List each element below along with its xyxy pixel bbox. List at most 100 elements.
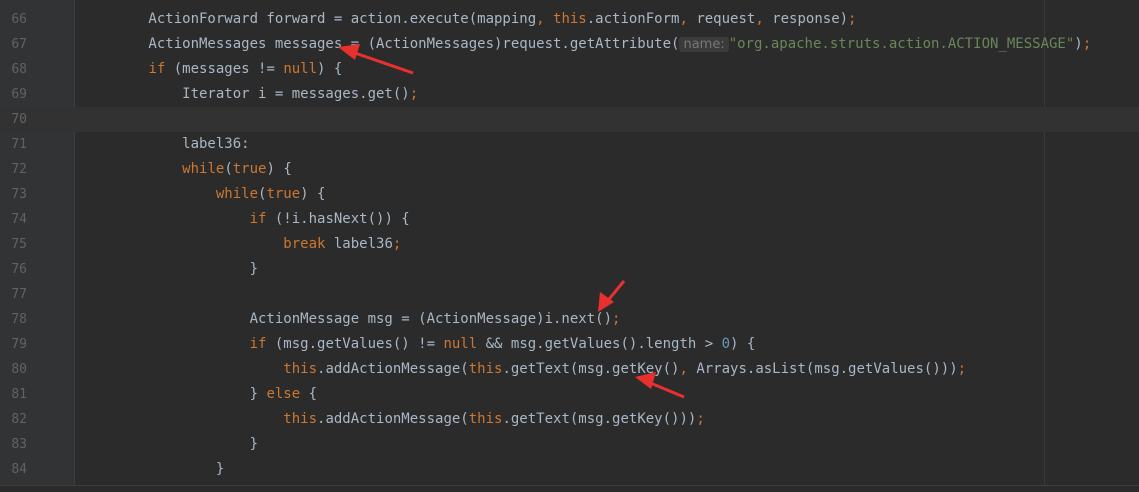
code-line[interactable]: 78 ActionMessage msg = (ActionMessage)i.… bbox=[0, 307, 1139, 332]
keyword-token: null bbox=[283, 61, 318, 77]
code-token: ActionForward forward = action.execute(m… bbox=[81, 11, 537, 27]
code-text: if (!i.hasNext()) { bbox=[81, 207, 410, 232]
code-text: } else { bbox=[81, 382, 317, 407]
code-line[interactable]: 69 Iterator i = messages.get(); bbox=[0, 82, 1139, 107]
code-token: .actionForm bbox=[586, 11, 680, 27]
code-text: } bbox=[81, 257, 258, 282]
editor-bottom-strip bbox=[0, 485, 1139, 492]
code-text: this.addActionMessage(this.getText(msg.g… bbox=[81, 407, 705, 432]
code-line[interactable]: 83 } bbox=[0, 432, 1139, 457]
code-token: ) bbox=[1074, 36, 1083, 52]
keyword-token: this bbox=[283, 361, 318, 377]
punctuation-token: ; bbox=[696, 411, 705, 427]
keyword-token: this bbox=[553, 11, 587, 27]
code-line[interactable]: 84 } bbox=[0, 457, 1139, 482]
code-token: .addActionMessage( bbox=[317, 411, 469, 427]
code-text: while(true) { bbox=[81, 157, 292, 182]
code-token: Arrays.asList(msg.getValues())) bbox=[696, 361, 958, 377]
keyword-token: else bbox=[266, 386, 301, 402]
line-number: 81 bbox=[11, 387, 27, 402]
code-text: Iterator i = messages.get(); bbox=[81, 82, 418, 107]
code-token: } bbox=[81, 461, 225, 477]
code-text: this.addActionMessage(this.getText(msg.g… bbox=[81, 357, 966, 382]
code-line[interactable]: 81 } else { bbox=[0, 382, 1139, 407]
code-editor[interactable]: 66 ActionForward forward = action.execut… bbox=[0, 0, 1139, 492]
code-token: request bbox=[696, 11, 756, 27]
code-line[interactable]: 68 if (messages != null) { bbox=[0, 57, 1139, 82]
code-token: ActionMessage msg = (ActionMessage)i.nex… bbox=[81, 311, 613, 327]
code-line[interactable]: 70 bbox=[0, 107, 1139, 132]
code-token: ActionMessages messages = (ActionMessage… bbox=[81, 36, 680, 52]
line-number: 69 bbox=[11, 87, 27, 102]
code-text: } bbox=[81, 432, 258, 457]
code-text: break label36; bbox=[81, 232, 401, 257]
keyword-token: if bbox=[249, 211, 267, 227]
keyword-token: this bbox=[283, 411, 318, 427]
code-line[interactable]: 77 bbox=[0, 282, 1139, 307]
keyword-token: this bbox=[468, 361, 503, 377]
code-token: ) { bbox=[730, 336, 756, 352]
code-token: (messages != bbox=[165, 61, 284, 77]
code-line[interactable]: 75 break label36; bbox=[0, 232, 1139, 257]
code-text: label36: bbox=[81, 132, 249, 157]
code-token: label36 bbox=[325, 236, 393, 252]
code-line[interactable]: 79 if (msg.getValues() != null && msg.ge… bbox=[0, 332, 1139, 357]
code-token: (msg.getValues() != bbox=[266, 336, 444, 352]
code-line[interactable]: 76 } bbox=[0, 257, 1139, 282]
punctuation-token: ; bbox=[848, 11, 857, 27]
keyword-token: this bbox=[468, 411, 503, 427]
line-number: 78 bbox=[11, 312, 27, 327]
line-number: 79 bbox=[11, 337, 27, 352]
line-number: 75 bbox=[11, 237, 27, 252]
code-token: { bbox=[300, 386, 318, 402]
line-number: 67 bbox=[11, 37, 27, 52]
line-number: 73 bbox=[11, 187, 27, 202]
code-line[interactable]: 71 label36: bbox=[0, 132, 1139, 157]
code-line[interactable]: 74 if (!i.hasNext()) { bbox=[0, 207, 1139, 232]
line-number: 71 bbox=[11, 137, 27, 152]
code-token: .getText(msg.getKey() bbox=[502, 361, 680, 377]
code-line[interactable]: 73 while(true) { bbox=[0, 182, 1139, 207]
keyword-token: null bbox=[443, 336, 478, 352]
code-line[interactable]: 80 this.addActionMessage(this.getText(ms… bbox=[0, 357, 1139, 382]
code-token: response) bbox=[772, 11, 849, 27]
punctuation-token: ; bbox=[957, 361, 967, 377]
keyword-token: if bbox=[148, 61, 166, 77]
code-token: ) { bbox=[300, 186, 326, 202]
code-line[interactable]: 72 while(true) { bbox=[0, 157, 1139, 182]
string-literal: "org.apache.struts.action.ACTION_MESSAGE… bbox=[728, 36, 1075, 52]
code-text: ActionForward forward = action.execute(m… bbox=[81, 7, 856, 32]
punctuation-token: ; bbox=[409, 86, 419, 102]
line-number: 83 bbox=[11, 437, 27, 452]
line-number: 66 bbox=[11, 12, 27, 27]
code-line[interactable]: 66 ActionForward forward = action.execut… bbox=[0, 7, 1139, 32]
code-token: ( bbox=[224, 161, 233, 177]
code-text: if (messages != null) { bbox=[81, 57, 342, 82]
code-token: } bbox=[81, 436, 259, 452]
line-number: 80 bbox=[11, 362, 27, 377]
code-token: ) { bbox=[317, 61, 343, 77]
code-token: && msg.getValues().length > bbox=[477, 336, 722, 352]
line-number: 72 bbox=[11, 162, 27, 177]
code-text: } bbox=[81, 457, 224, 482]
code-text: ActionMessages messages = (ActionMessage… bbox=[81, 32, 1091, 57]
code-line[interactable]: 82 this.addActionMessage(this.getText(ms… bbox=[0, 407, 1139, 432]
punctuation-token: ; bbox=[612, 311, 621, 327]
line-number: 84 bbox=[11, 462, 27, 477]
code-line[interactable]: 67 ActionMessages messages = (ActionMess… bbox=[0, 32, 1139, 57]
number-literal: 0 bbox=[721, 336, 731, 352]
parameter-hint: name: bbox=[679, 37, 729, 52]
punctuation-token: , bbox=[679, 11, 697, 27]
code-token: Iterator i = messages.get() bbox=[81, 86, 410, 102]
line-number: 82 bbox=[11, 412, 27, 427]
punctuation-token: , bbox=[755, 11, 773, 27]
line-number: 77 bbox=[11, 287, 27, 302]
line-number: 74 bbox=[11, 212, 27, 227]
code-token: } bbox=[81, 261, 259, 277]
punctuation-token: ; bbox=[1082, 36, 1092, 52]
code-token: .getText(msg.getKey())) bbox=[502, 411, 697, 427]
